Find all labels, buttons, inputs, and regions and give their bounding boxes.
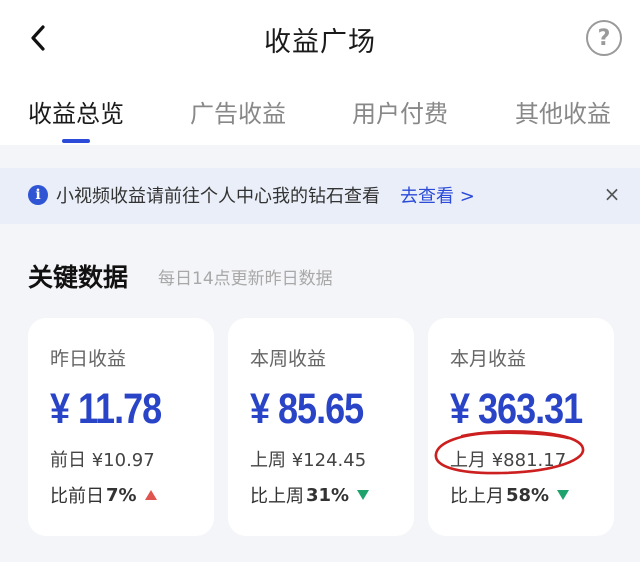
card-comparison: 比上周 31% — [250, 482, 370, 508]
card-label: 本月收益 — [450, 348, 527, 370]
comparison-percent: 58% — [506, 484, 550, 506]
card-yesterday-revenue[interactable]: 昨日收益 ¥ 11.78 前日 ¥10.97 比前日 7% — [28, 318, 214, 536]
card-previous-value: 上周 ¥124.45 — [250, 450, 367, 471]
tab-bar: 收益总览 广告收益 用户付费 其他收益 — [0, 78, 640, 145]
question-circle-icon: ? — [597, 25, 611, 51]
nav-bar: 收益广场 ? — [0, 0, 640, 78]
trend-down-icon — [357, 490, 370, 500]
trend-down-icon — [557, 490, 570, 500]
card-amount: ¥ 11.78 — [50, 384, 162, 433]
help-button[interactable]: ? — [586, 20, 622, 56]
top-area: 收益广场 ? 收益总览 广告收益 用户付费 其他收益 — [0, 0, 640, 145]
card-comparison: 比前日 7% — [50, 482, 157, 508]
comparison-label: 比前日 — [50, 486, 104, 507]
card-amount: ¥ 363.31 — [450, 384, 583, 433]
comparison-percent: 31% — [306, 484, 350, 506]
banner-view-link[interactable]: 去查看 > — [400, 182, 475, 208]
card-comparison: 比上月 58% — [450, 482, 570, 508]
tab-other-revenue[interactable]: 其他收益 — [515, 94, 611, 129]
comparison-label: 比上周 — [250, 486, 304, 507]
notice-banner: i 小视频收益请前往个人中心我的钻石查看 去查看 > × — [0, 168, 640, 224]
card-amount: ¥ 85.65 — [250, 384, 364, 433]
comparison-percent: 7% — [106, 484, 137, 506]
card-label: 昨日收益 — [50, 348, 127, 370]
page-title: 收益广场 — [264, 27, 376, 58]
card-label: 本周收益 — [250, 348, 327, 370]
section-subtitle: 每日14点更新昨日数据 — [158, 269, 333, 289]
tab-user-payment[interactable]: 用户付费 — [352, 94, 448, 129]
banner-text: 小视频收益请前往个人中心我的钻石查看 — [56, 186, 380, 207]
active-tab-indicator — [62, 139, 90, 143]
close-icon[interactable]: × — [600, 180, 624, 208]
card-week-revenue[interactable]: 本周收益 ¥ 85.65 上周 ¥124.45 比上周 31% — [228, 318, 414, 536]
comparison-label: 比上月 — [450, 486, 504, 507]
info-icon: i — [28, 185, 48, 205]
red-circle-annotation — [434, 430, 585, 475]
card-previous-value: 前日 ¥10.97 — [50, 450, 155, 471]
trend-up-icon — [144, 490, 157, 500]
section-title: 关键数据 — [28, 263, 129, 292]
card-month-revenue[interactable]: 本月收益 ¥ 363.31 上月 ¥881.17 比上月 58% — [428, 318, 614, 536]
tab-overview[interactable]: 收益总览 — [28, 94, 124, 129]
tab-ad-revenue[interactable]: 广告收益 — [190, 94, 286, 129]
